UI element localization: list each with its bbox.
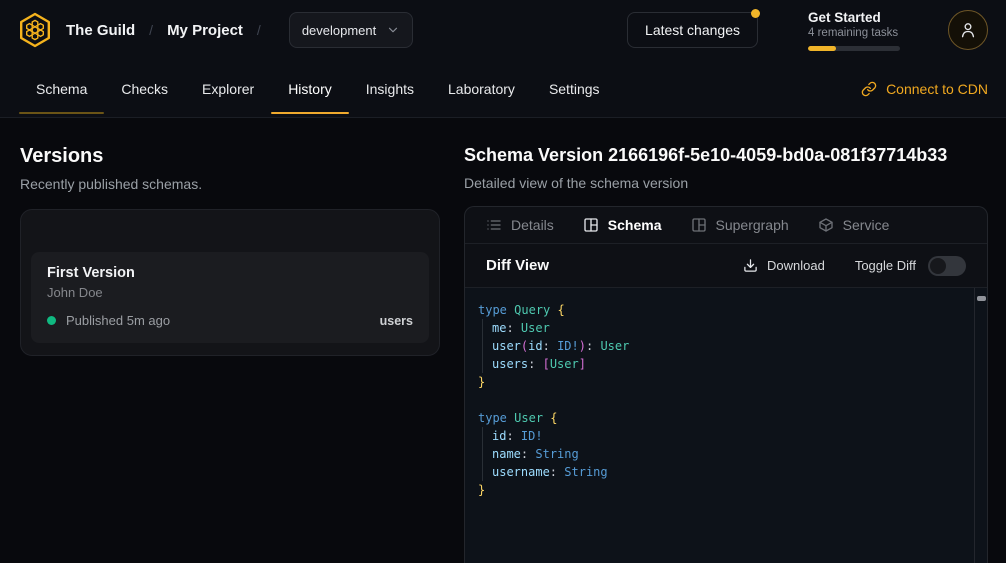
breadcrumb-org[interactable]: The Guild <box>66 22 135 39</box>
download-label: Download <box>767 258 825 273</box>
tab-label: Settings <box>549 81 600 97</box>
code-block[interactable]: type Query {me: Useruser(id: ID!): Useru… <box>465 288 987 512</box>
link-icon <box>861 81 877 97</box>
progress-fill <box>808 46 836 51</box>
tab-label: Details <box>511 217 554 233</box>
tab-label: Checks <box>121 81 168 97</box>
detail-tabs: Details Schema Supergraph <box>465 207 987 244</box>
tab-laboratory[interactable]: Laboratory <box>431 60 532 117</box>
toggle-diff-label: Toggle Diff <box>855 258 916 273</box>
breadcrumb-separator: / <box>149 22 153 38</box>
toggle-diff-control: Toggle Diff <box>855 256 966 276</box>
scrollbar-thumb[interactable] <box>977 296 986 301</box>
versions-title: Versions <box>20 145 440 168</box>
tab-insights[interactable]: Insights <box>349 60 431 117</box>
tab-label: Supergraph <box>716 217 789 233</box>
hive-logo-icon <box>17 12 53 48</box>
version-meta-row: Published 5m ago users <box>47 313 413 328</box>
code-scrollbar[interactable] <box>974 288 987 563</box>
get-started-title: Get Started <box>808 10 900 25</box>
version-name: First Version <box>47 265 413 281</box>
switch-knob <box>930 258 946 274</box>
latest-changes-label: Latest changes <box>645 22 740 38</box>
tab-label: Explorer <box>202 81 254 97</box>
diff-view-header: Diff View Download Toggle Diff <box>465 244 987 288</box>
notification-dot <box>751 9 760 18</box>
diff-view-title: Diff View <box>486 257 549 274</box>
versions-list: First Version John Doe Published 5m ago … <box>20 209 440 356</box>
service-badge: users <box>380 314 413 328</box>
tab-history[interactable]: History <box>271 60 349 117</box>
main-content: Versions Recently published schemas. Fir… <box>0 118 1006 563</box>
person-icon <box>958 20 978 40</box>
tab-label: Service <box>843 217 890 233</box>
target-selector[interactable]: development <box>289 12 413 48</box>
tab-schema-view[interactable]: Schema <box>583 217 662 233</box>
connect-to-cdn-button[interactable]: Connect to CDN <box>861 60 988 117</box>
tab-details[interactable]: Details <box>486 217 554 233</box>
version-status: Published 5m ago <box>66 313 170 328</box>
box-icon <box>818 217 834 233</box>
versions-subtitle: Recently published schemas. <box>20 176 440 192</box>
target-selector-value: development <box>302 23 376 38</box>
tab-label: Laboratory <box>448 81 515 97</box>
list-icon <box>486 217 502 233</box>
tab-supergraph[interactable]: Supergraph <box>691 217 789 233</box>
latest-changes-button[interactable]: Latest changes <box>627 12 758 48</box>
toggle-diff-switch[interactable] <box>928 256 966 276</box>
tab-explorer[interactable]: Explorer <box>185 60 271 117</box>
version-detail-subtitle: Detailed view of the schema version <box>464 175 988 191</box>
version-detail-title: Schema Version 2166196f-5e10-4059-bd0a-0… <box>464 145 988 166</box>
get-started-progress-track <box>808 46 900 51</box>
columns-icon <box>691 217 707 233</box>
tab-label: Insights <box>366 81 414 97</box>
tab-settings[interactable]: Settings <box>532 60 617 117</box>
top-header: The Guild / My Project / development Lat… <box>0 0 1006 60</box>
user-avatar[interactable] <box>948 10 988 50</box>
version-author: John Doe <box>47 285 413 300</box>
connect-to-cdn-label: Connect to CDN <box>886 81 988 97</box>
get-started-subtitle: 4 remaining tasks <box>808 27 900 39</box>
version-list-item[interactable]: First Version John Doe Published 5m ago … <box>31 252 429 343</box>
main-nav: Schema Checks Explorer History Insights … <box>0 60 1006 118</box>
download-icon <box>743 258 758 273</box>
breadcrumb-project[interactable]: My Project <box>167 22 243 39</box>
chevron-down-icon <box>386 23 400 37</box>
tab-label: History <box>288 81 332 97</box>
breadcrumb-separator: / <box>257 22 261 38</box>
download-button[interactable]: Download <box>743 258 825 273</box>
versions-panel: Versions Recently published schemas. Fir… <box>20 145 440 563</box>
tab-service[interactable]: Service <box>818 217 890 233</box>
tab-checks[interactable]: Checks <box>104 60 185 117</box>
hive-logo[interactable] <box>16 11 54 49</box>
columns-icon <box>583 217 599 233</box>
nav-spacer <box>617 60 862 117</box>
tab-label: Schema <box>36 81 87 97</box>
tab-schema[interactable]: Schema <box>19 60 104 117</box>
version-detail-panel: Schema Version 2166196f-5e10-4059-bd0a-0… <box>464 145 988 563</box>
diff-actions: Download Toggle Diff <box>743 256 966 276</box>
get-started-widget[interactable]: Get Started 4 remaining tasks <box>808 10 900 51</box>
version-detail-card: Details Schema Supergraph <box>464 206 988 563</box>
schema-code-area: type Query {me: Useruser(id: ID!): Useru… <box>465 288 987 563</box>
tab-label: Schema <box>608 217 662 233</box>
published-status-dot <box>47 316 56 325</box>
